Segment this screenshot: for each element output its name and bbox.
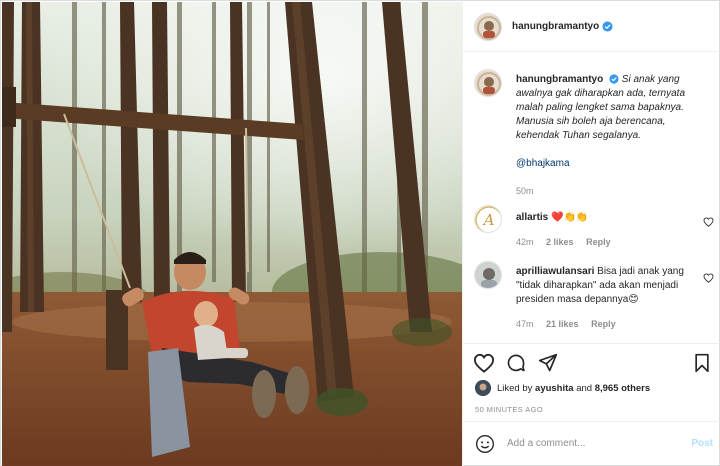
comment-reply-link[interactable]: Reply [591, 319, 616, 329]
liker-avatar-image [475, 380, 491, 396]
comment-text: ❤️👏👏 [551, 212, 589, 223]
comment-reply[interactable]: Reply [586, 237, 611, 247]
comment-like-heart-icon[interactable] [703, 273, 714, 283]
post-timestamp[interactable]: 50 MINUTES AGO [475, 405, 543, 414]
heart-icon[interactable] [473, 353, 495, 373]
caption-avatar-image [475, 70, 501, 96]
allartis-logo-icon: A [475, 206, 501, 232]
add-comment-bar: Add a comment... Post [463, 421, 720, 466]
likes-joiner: and [576, 382, 593, 394]
comment-likes[interactable]: 2 likes [546, 237, 574, 247]
likes-others[interactable]: 8,965 others [595, 383, 650, 394]
post-actions: Liked by ayushita and 8,965 others 50 MI… [463, 343, 720, 463]
comment-time: 42m [516, 237, 534, 247]
comment-likes-link[interactable]: 21 likes [546, 319, 579, 329]
verified-badge-icon [602, 21, 613, 32]
likes-prefix: Liked by [497, 382, 533, 394]
author-avatar-image [475, 13, 501, 40]
likes-user[interactable]: ayushita [535, 383, 574, 394]
comment-likes-link[interactable]: 2 likes [546, 237, 574, 247]
author-username[interactable]: hanungbramantyo [512, 21, 599, 32]
comment-meta: 47m 21 likes Reply [516, 317, 696, 331]
caption-meta: 50m [516, 184, 696, 198]
comment-likes[interactable]: 21 likes [546, 319, 579, 329]
post-comment-button[interactable]: Post [691, 438, 713, 449]
caption-mention[interactable]: @bhajkama [516, 158, 570, 169]
comment-icon[interactable] [506, 353, 526, 373]
comment-username[interactable]: allartis [516, 212, 548, 223]
verified-badge-icon [609, 74, 619, 84]
comment-username[interactable]: aprilliawulansari [516, 266, 594, 277]
caption-mention-line: @bhajkama [516, 157, 696, 171]
commenter-avatar-image [475, 262, 501, 288]
caption-time: 50m [516, 186, 534, 196]
comment-meta: 42m 2 likes Reply [516, 235, 696, 249]
caption-body: hanungbramantyo Si anak yang awalnya gak… [516, 73, 696, 198]
comments-list[interactable]: hanungbramantyo Si anak yang awalnya gak… [463, 53, 720, 343]
author-avatar[interactable] [474, 12, 502, 41]
instagram-post-window: hanungbramantyo hanungbramantyo Si anak … [0, 0, 720, 466]
caption-username[interactable]: hanungbramantyo [516, 74, 603, 85]
commenter-avatar[interactable] [474, 261, 502, 289]
post-details-panel: hanungbramantyo hanungbramantyo Si anak … [462, 2, 720, 466]
commenter-avatar[interactable]: A [474, 205, 502, 233]
post-header: hanungbramantyo [463, 2, 720, 52]
add-comment-input[interactable]: Add a comment... [507, 438, 585, 449]
comment-like-heart-icon[interactable] [703, 217, 714, 227]
smiley-icon[interactable] [475, 434, 495, 454]
comment-body: aprilliawulansari Bisa jadi anak yang "t… [516, 265, 696, 331]
comment-reply[interactable]: Reply [591, 319, 616, 329]
caption-author-avatar[interactable] [474, 69, 502, 97]
svg-text:A: A [482, 211, 495, 229]
comment-reply-link[interactable]: Reply [586, 237, 611, 247]
comment-body: allartis ❤️👏👏 42m 2 likes Reply [516, 211, 696, 249]
action-icons-row [473, 353, 713, 377]
bookmark-icon[interactable] [693, 353, 711, 373]
liker-avatar[interactable] [475, 380, 491, 396]
share-icon[interactable] [538, 353, 558, 373]
likes-summary: Liked by ayushita and 8,965 others [475, 380, 650, 396]
forest-swing-photo [2, 2, 462, 466]
comment-time: 47m [516, 319, 534, 329]
post-photo[interactable] [2, 2, 462, 466]
